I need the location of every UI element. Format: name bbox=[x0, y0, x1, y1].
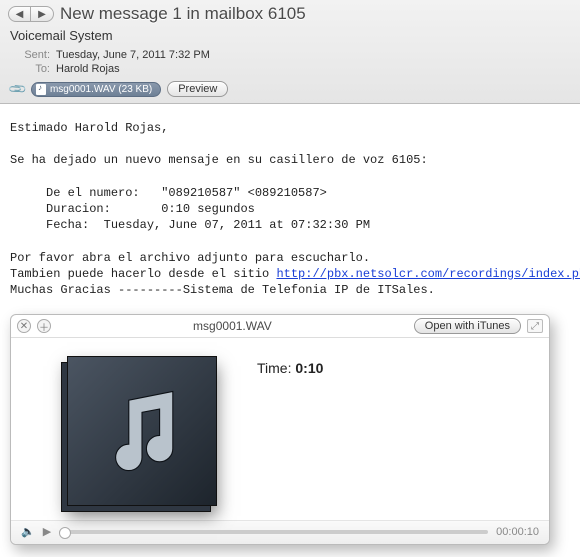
quicklook-close-button[interactable]: ✕ bbox=[17, 319, 31, 333]
playback-controls: 🔈 ▶ 00:00:10 bbox=[11, 520, 549, 544]
quicklook-filename: msg0001.WAV bbox=[57, 319, 408, 333]
to-label: To: bbox=[8, 63, 50, 75]
body-open-line: Por favor abra el archivo adjunto para e… bbox=[10, 251, 370, 265]
message-subject: New message 1 in mailbox 6105 bbox=[60, 4, 306, 24]
audio-file-icon bbox=[36, 84, 46, 95]
to-value: Harold Rojas bbox=[56, 63, 120, 75]
message-from: Voicemail System bbox=[10, 28, 572, 43]
body-thanks: Muchas Gracias ---------Sistema de Telef… bbox=[10, 283, 435, 297]
sent-label: Sent: bbox=[8, 49, 50, 61]
time-value: 0:10 bbox=[295, 360, 323, 376]
paperclip-icon: 📎 bbox=[7, 79, 27, 99]
body-intro: Se ha dejado un nuevo mensaje en su casi… bbox=[10, 153, 428, 167]
body-greeting: Estimado Harold Rojas, bbox=[10, 121, 168, 135]
nav-buttons: ◀ ▶ bbox=[8, 6, 54, 22]
fullscreen-icon[interactable]: ⤢ bbox=[527, 319, 543, 333]
body-also-pre: Tambien puede hacerlo desde el sitio bbox=[10, 267, 276, 281]
sent-value: Tuesday, June 7, 2011 7:32 PM bbox=[56, 49, 210, 61]
preview-button[interactable]: Preview bbox=[167, 81, 228, 97]
nav-back-button[interactable]: ◀ bbox=[9, 7, 31, 21]
quicklook-panel: ✕ ＋ msg0001.WAV Open with iTunes ⤢ Time:… bbox=[10, 314, 550, 545]
nav-forward-button[interactable]: ▶ bbox=[31, 7, 53, 21]
play-button[interactable]: ▶ bbox=[43, 525, 51, 538]
open-with-itunes-button[interactable]: Open with iTunes bbox=[414, 318, 521, 334]
attachment-chip[interactable]: msg0001.WAV (23 KB) bbox=[31, 82, 161, 97]
time-display: Time: 0:10 bbox=[257, 356, 323, 376]
body-detail-date: Fecha: Tuesday, June 07, 2011 at 07:32:3… bbox=[10, 218, 370, 232]
time-label: Time: bbox=[257, 360, 295, 376]
elapsed-time: 00:00:10 bbox=[496, 526, 539, 538]
seek-slider[interactable] bbox=[59, 530, 488, 534]
message-body: Estimado Harold Rojas, Se ha dejado un n… bbox=[0, 104, 580, 308]
body-detail-duration: Duracion: 0:10 segundos bbox=[10, 202, 255, 216]
album-art-icon bbox=[67, 356, 217, 506]
message-header: ◀ ▶ New message 1 in mailbox 6105 Voicem… bbox=[0, 0, 580, 104]
recordings-link[interactable]: http://pbx.netsolcr.com/recordings/index… bbox=[276, 267, 580, 281]
quicklook-zoom-button[interactable]: ＋ bbox=[37, 319, 51, 333]
attachment-label: msg0001.WAV (23 KB) bbox=[50, 84, 152, 95]
volume-icon[interactable]: 🔈 bbox=[21, 525, 35, 538]
body-detail-from: De el numero: "089210587" <089210587> bbox=[10, 186, 327, 200]
